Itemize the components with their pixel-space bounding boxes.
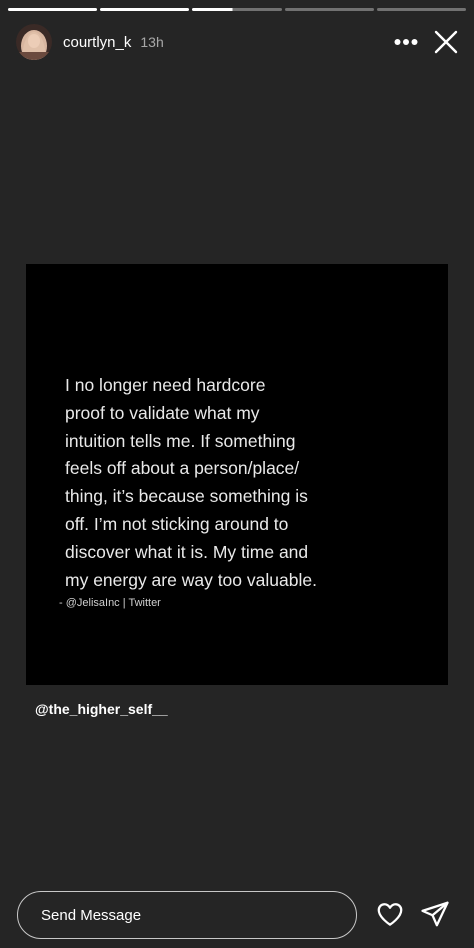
close-button[interactable]: [432, 28, 460, 56]
story-progress-bar: [8, 8, 467, 11]
story-progress-segment: [8, 8, 98, 11]
send-button[interactable]: [420, 899, 450, 929]
quote-attribution: - @JelisaInc | Twitter: [59, 597, 161, 609]
story-progress-segment: [100, 8, 190, 11]
send-icon: [421, 901, 449, 927]
post-time: 13h: [140, 34, 164, 50]
story-post-image: I no longer need hardcore proof to valid…: [26, 264, 448, 685]
mention-sticker[interactable]: @the_higher_self__: [35, 701, 168, 717]
username[interactable]: courtlyn_k: [63, 34, 131, 51]
avatar[interactable]: [16, 24, 52, 60]
story-progress-segment: [284, 8, 374, 11]
heart-icon: [377, 903, 403, 926]
more-horizontal-icon: [394, 39, 418, 45]
story-progress-segment-current: [192, 8, 282, 11]
send-message-input[interactable]: Send Message: [17, 891, 357, 939]
send-message-placeholder: Send Message: [41, 906, 142, 924]
more-options-button[interactable]: [392, 28, 420, 56]
story-progress-segment: [376, 8, 467, 11]
quote-text: I no longer need hardcore proof to valid…: [65, 375, 317, 590]
story-header: courtlyn_k 13h: [16, 22, 460, 62]
like-button[interactable]: [375, 899, 405, 929]
close-icon: [434, 30, 458, 54]
